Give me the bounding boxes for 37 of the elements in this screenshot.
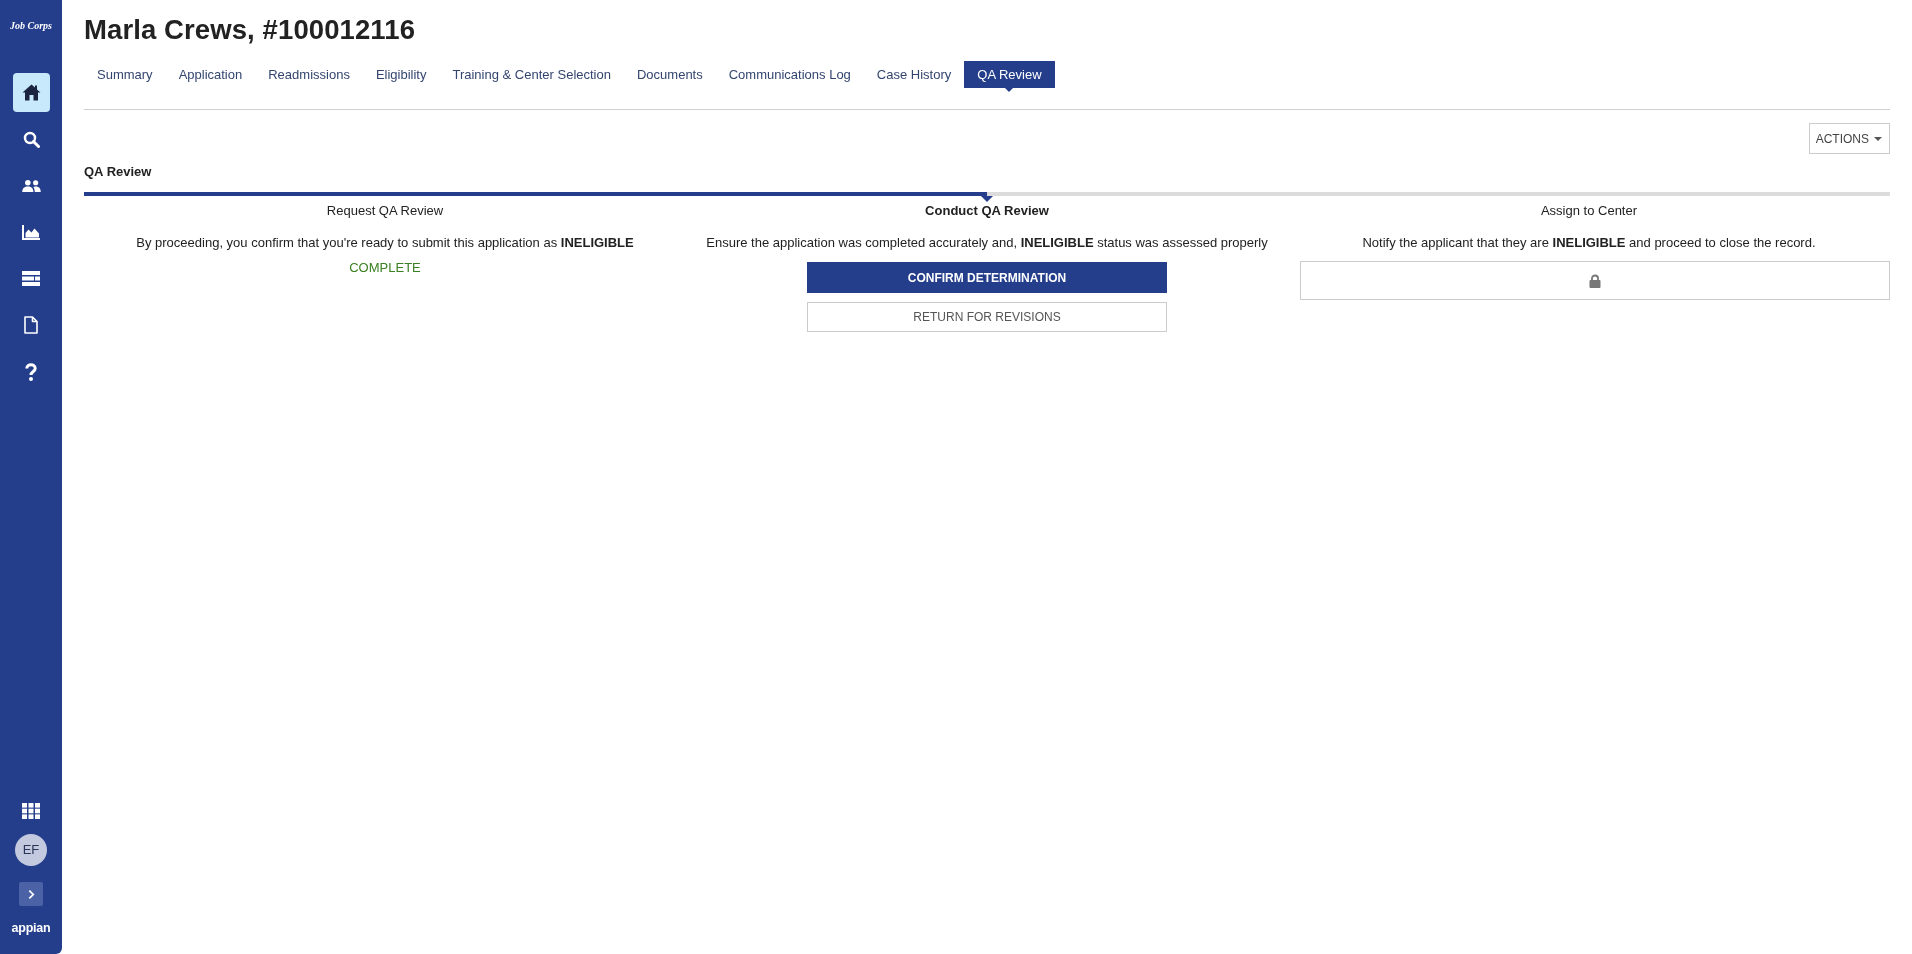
secondary-action-button[interactable]: RETURN FOR REVISIONS xyxy=(807,302,1167,332)
expand-sidebar-button[interactable] xyxy=(19,882,43,906)
sidebar-nav-button[interactable] xyxy=(12,73,50,112)
step-title: Assign to Center xyxy=(1540,203,1638,219)
tab[interactable]: Case History xyxy=(863,61,965,88)
tab[interactable]: Eligibility xyxy=(362,61,440,88)
step-description: Notify the applicant that they are INELIGIBLE and proceed to close the record. xyxy=(1362,235,1816,251)
area-chart-icon xyxy=(22,224,40,240)
tab[interactable]: Training & Center Selection xyxy=(439,61,624,88)
tab[interactable]: Summary xyxy=(84,61,166,88)
step-description: By proceeding, you confirm that you're ready to submit this application as INELIGIBLE xyxy=(136,235,634,251)
brand-logo: appian xyxy=(11,920,51,936)
actions-dropdown-button[interactable]: ACTIONS xyxy=(1808,123,1890,154)
tab[interactable]: QA Review xyxy=(964,61,1055,88)
user-avatar[interactable]: EF xyxy=(15,834,47,866)
step-status-text: COMPLETE xyxy=(349,260,421,276)
record-title: Marla Crews, #100012116 xyxy=(84,13,417,47)
people-icon xyxy=(21,179,41,192)
step-title: Conduct QA Review xyxy=(925,203,1049,219)
step-description: Ensure the application was completed accurately and, INELIGIBLE status was assessed properly xyxy=(706,235,1268,251)
section-heading: QA Review xyxy=(84,164,153,180)
home-icon xyxy=(21,84,41,101)
chevron-right-icon xyxy=(27,888,35,900)
lock-icon xyxy=(1589,273,1601,288)
step-title: Request QA Review xyxy=(326,203,444,219)
tab[interactable]: Application xyxy=(165,61,256,88)
document-icon xyxy=(24,316,38,334)
list-icon xyxy=(22,271,40,286)
logo: Job Corps xyxy=(10,20,52,33)
tab[interactable]: Readmissions xyxy=(255,61,363,88)
search-icon xyxy=(22,130,40,148)
apps-grid-icon[interactable] xyxy=(22,803,40,819)
help-icon xyxy=(25,362,37,381)
tab[interactable]: Documents xyxy=(623,61,716,88)
tab[interactable]: Communications Log xyxy=(715,61,864,88)
primary-action-button[interactable]: CONFIRM DETERMINATION xyxy=(807,262,1167,293)
caret-down-icon xyxy=(1874,136,1882,141)
